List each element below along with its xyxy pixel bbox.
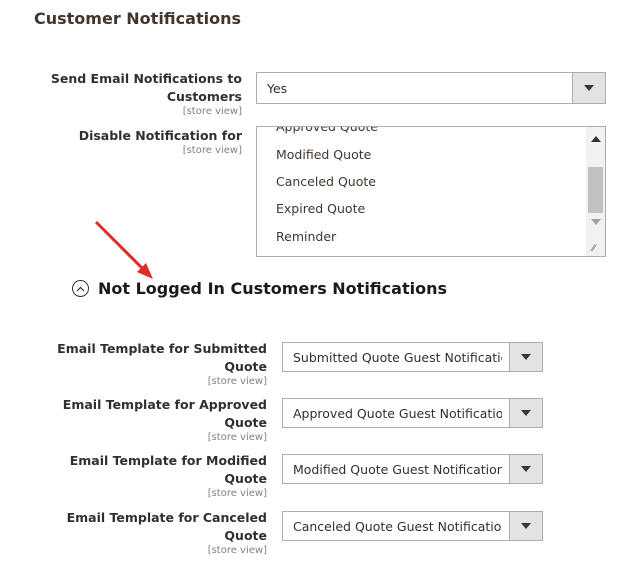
select-value: Canceled Quote Guest Notification xyxy=(293,518,502,534)
label-text: Email Template for Modified xyxy=(69,453,267,468)
select-value: Approved Quote Guest Notification xyxy=(293,405,502,421)
scope-label: [store view] xyxy=(207,432,267,443)
chevron-down-icon xyxy=(521,410,531,416)
scope-label: [store view] xyxy=(207,376,267,387)
label-text: Email Template for Submitted xyxy=(57,341,267,356)
label-text: Email Template for Approved xyxy=(62,397,267,412)
subsection-heading[interactable]: Not Logged In Customers Notifications xyxy=(72,279,447,298)
label-text: Quote xyxy=(224,528,267,543)
select-value: Modified Quote Guest Notification xyxy=(293,461,502,477)
chevron-down-icon xyxy=(521,466,531,472)
label-text: Email Template for Canceled xyxy=(66,510,267,525)
dropdown-button[interactable] xyxy=(509,343,542,371)
dropdown-button[interactable] xyxy=(509,455,542,483)
label-text: Quote xyxy=(224,471,267,486)
label-text: Quote xyxy=(224,415,267,430)
scope-label: [store view] xyxy=(207,488,267,499)
email-template-label: Email Template for Canceled Quote [store… xyxy=(40,509,267,557)
chevron-down-icon xyxy=(521,354,531,360)
dropdown-button[interactable] xyxy=(509,512,542,540)
email-template-select[interactable]: Canceled Quote Guest Notification xyxy=(282,511,543,541)
label-text: Quote xyxy=(224,359,267,374)
email-template-label: Email Template for Modified Quote [store… xyxy=(40,452,267,500)
dropdown-button[interactable] xyxy=(509,399,542,427)
chevron-down-icon xyxy=(521,523,531,529)
email-template-label: Email Template for Submitted Quote [stor… xyxy=(40,340,267,388)
select-value: Submitted Quote Guest Notification xyxy=(293,349,502,365)
scope-label: [store view] xyxy=(207,545,267,556)
email-template-label: Email Template for Approved Quote [store… xyxy=(40,396,267,444)
email-template-select[interactable]: Modified Quote Guest Notification xyxy=(282,454,543,484)
subsection-title: Not Logged In Customers Notifications xyxy=(98,279,447,298)
arrow-shaft xyxy=(94,220,148,274)
email-template-select[interactable]: Approved Quote Guest Notification xyxy=(282,398,543,428)
chevron-up-circle-icon[interactable] xyxy=(72,280,89,297)
email-template-select[interactable]: Submitted Quote Guest Notification xyxy=(282,342,543,372)
